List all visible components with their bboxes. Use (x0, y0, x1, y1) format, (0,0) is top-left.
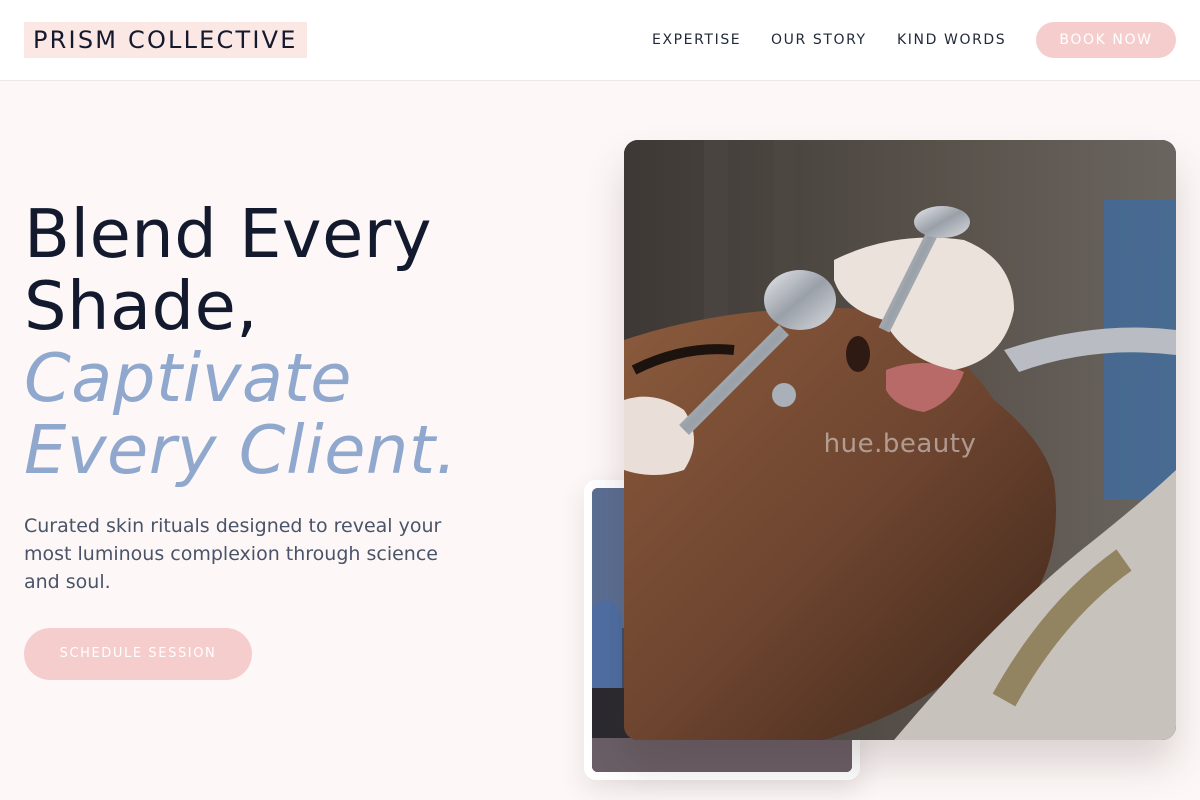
schedule-session-button[interactable]: SCHEDULE SESSION (24, 628, 252, 680)
hero-accent-line-2: Every Client. (24, 411, 458, 489)
hero-accent-line-1: Captivate (24, 339, 352, 417)
hero-title-line-1: Blend Every (24, 195, 432, 273)
brand-logo[interactable]: PRISM COLLECTIVE (24, 22, 307, 58)
nav-link-our-story[interactable]: OUR STORY (771, 31, 867, 49)
watermark-text: hue.beauty (823, 429, 977, 459)
nav-link-expertise[interactable]: EXPERTISE (652, 31, 741, 49)
site-header: PRISM COLLECTIVE EXPERTISE OUR STORY KIN… (0, 0, 1200, 81)
hero-subtitle: Curated skin rituals designed to reveal … (24, 515, 442, 593)
book-now-button[interactable]: BOOK NOW (1036, 22, 1176, 58)
nav-link-kind-words[interactable]: KIND WORDS (897, 31, 1006, 49)
hero-title: Blend Every Shade, Captivate Every Clien… (24, 198, 564, 486)
hero-title-line-2: Shade, (24, 267, 259, 345)
